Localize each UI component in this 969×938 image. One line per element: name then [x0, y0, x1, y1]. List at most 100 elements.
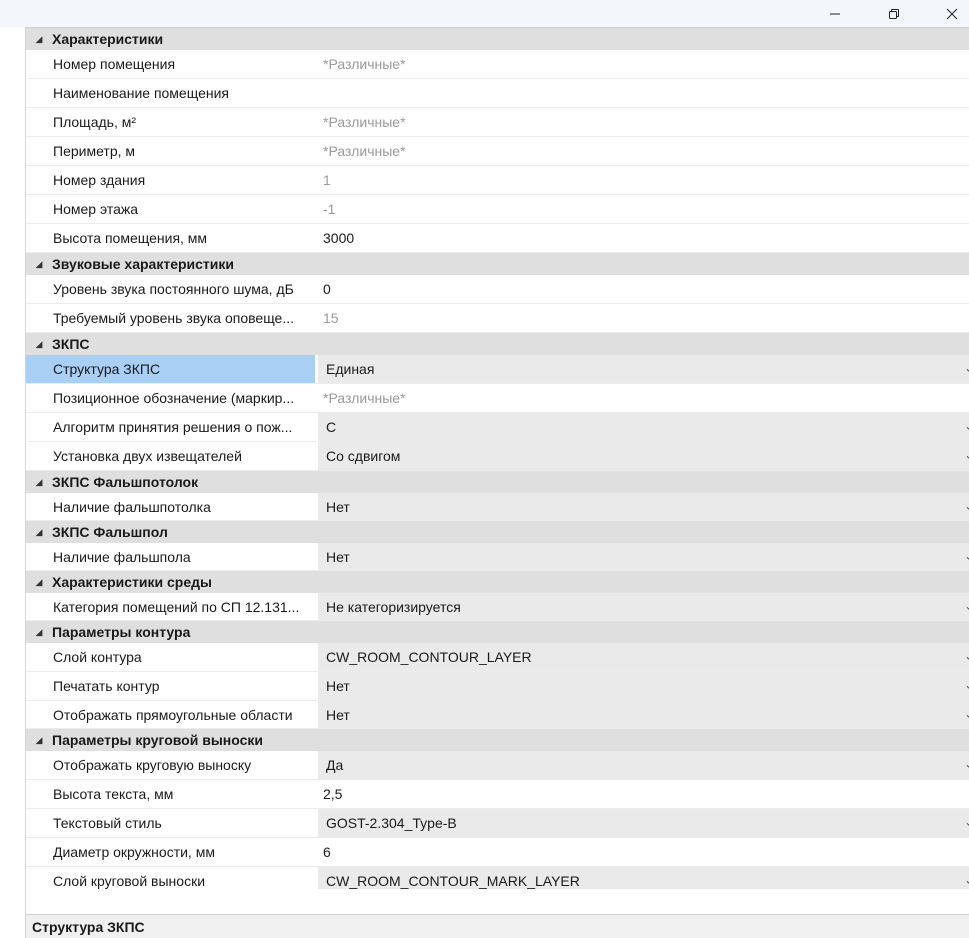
minimize-button[interactable] [812, 0, 858, 27]
property-name[interactable]: Номер здания [26, 166, 315, 194]
property-name[interactable]: Печатать контур [26, 672, 315, 700]
property-name[interactable]: Номер помещения [26, 50, 315, 78]
property-value[interactable]: *Различные* [315, 137, 969, 165]
property-value[interactable]: 3000 [315, 224, 969, 252]
category-header[interactable]: ◢ Параметры контура [26, 621, 969, 643]
property-row[interactable]: Структура ЗКПС Единая ⌄ [26, 355, 969, 384]
property-row[interactable]: Уровень звука постоянного шума, дБ 0 [26, 275, 969, 304]
close-button[interactable] [929, 0, 969, 27]
property-row[interactable]: Наличие фальшпола Нет ⌄ [26, 543, 969, 571]
property-row[interactable]: Площадь, м² *Различные* [26, 108, 969, 137]
restore-button[interactable] [871, 0, 917, 27]
property-value[interactable]: *Различные* [315, 384, 969, 412]
chevron-down-icon[interactable]: ⌄ [965, 709, 969, 720]
property-row[interactable]: Наименование помещения [26, 79, 969, 108]
property-value[interactable]: 15 [315, 304, 969, 332]
chevron-down-icon[interactable]: ⌄ [965, 364, 969, 375]
property-name[interactable]: Алгоритм принятия решения о пож... [26, 413, 315, 441]
property-name[interactable]: Отображать прямоугольные области [26, 701, 315, 728]
property-name[interactable]: Установка двух извещателей [26, 442, 315, 470]
chevron-down-icon[interactable]: ⌄ [965, 422, 969, 433]
property-row[interactable]: Позиционное обозначение (маркир... *Разли… [26, 384, 969, 413]
property-row[interactable]: Слой контура CW_ROOM_CONTOUR_LAYER ⌄ [26, 643, 969, 672]
property-row[interactable]: Требуемый уровень звука оповеще... 15 [26, 304, 969, 333]
property-name[interactable]: Слой контура [26, 643, 315, 671]
property-row[interactable]: Номер помещения *Различные* [26, 50, 969, 79]
property-value[interactable]: *Различные* [315, 108, 969, 136]
property-name[interactable]: Площадь, м² [26, 108, 315, 136]
chevron-down-icon[interactable]: ⌄ [965, 681, 969, 692]
chevron-down-icon[interactable]: ⌄ [965, 551, 969, 562]
property-row[interactable]: Категория помещений по СП 12.131... Не ка… [26, 593, 969, 621]
collapse-triangle-icon[interactable]: ◢ [26, 577, 52, 588]
property-row[interactable]: Алгоритм принятия решения о пож...С⌄ [26, 413, 969, 442]
collapse-triangle-icon[interactable]: ◢ [26, 735, 52, 746]
property-value-dropdown[interactable]: GOST-2.304_Type-B ⌄ [318, 809, 969, 837]
property-value-dropdown[interactable]: С⌄ [318, 413, 969, 441]
property-name[interactable]: Номер этажа [26, 195, 315, 223]
category-header[interactable]: ◢ ЗКПС Фальшпол [26, 521, 969, 543]
property-name[interactable]: Наличие фальшпотолка [26, 493, 315, 520]
chevron-down-icon[interactable]: ⌄ [965, 451, 969, 462]
property-row[interactable]: Наличие фальшпотолка Нет ⌄ [26, 493, 969, 521]
property-value[interactable]: 1 [315, 166, 969, 194]
property-value[interactable]: 0 [315, 275, 969, 303]
property-row[interactable]: Отображать круговую выноску Да ⌄ [26, 751, 969, 780]
property-value-dropdown[interactable]: Не категоризируется ⌄ [318, 593, 969, 620]
property-value-dropdown[interactable]: Единая ⌄ [318, 355, 969, 383]
chevron-down-icon[interactable]: ⌄ [965, 652, 969, 663]
category-header[interactable]: ◢ Характеристики среды [26, 571, 969, 593]
property-value-dropdown[interactable]: Нет ⌄ [318, 701, 969, 728]
category-header[interactable]: ◢ ЗКПС Фальшпотолок [26, 471, 969, 493]
property-row[interactable]: Печатать контур Нет ⌄ [26, 672, 969, 701]
property-value-dropdown[interactable]: CW_ROOM_CONTOUR_MARK_LAYER ⌄ [318, 867, 969, 889]
category-header[interactable]: ◢ Параметры круговой выноски [26, 729, 969, 751]
property-value[interactable] [315, 79, 969, 107]
property-name[interactable]: Структура ЗКПС [26, 355, 315, 383]
property-row[interactable]: Номер этажа -1 [26, 195, 969, 224]
property-value[interactable]: 6 [315, 838, 969, 866]
property-name[interactable]: Текстовый стиль [26, 809, 315, 837]
collapse-triangle-icon[interactable]: ◢ [26, 259, 52, 270]
property-value-dropdown[interactable]: Нет ⌄ [318, 672, 969, 700]
collapse-triangle-icon[interactable]: ◢ [26, 339, 52, 350]
property-row[interactable]: Отображать прямоугольные области Нет ⌄ [26, 701, 969, 729]
property-name[interactable]: Уровень звука постоянного шума, дБ [26, 275, 315, 303]
property-name[interactable]: Диаметр окружности, мм [26, 838, 315, 866]
property-value-dropdown[interactable]: Нет ⌄ [318, 493, 969, 520]
property-row[interactable]: Установка двух извещателей Со сдвигом ⌄ [26, 442, 969, 471]
property-value-dropdown[interactable]: Да ⌄ [318, 751, 969, 779]
chevron-down-icon[interactable]: ⌄ [965, 760, 969, 771]
property-row[interactable]: Слой круговой выноски CW_ROOM_CONTOUR_MAR… [26, 867, 969, 889]
property-name[interactable]: Слой круговой выноски [26, 867, 315, 889]
property-row[interactable]: Текстовый стиль GOST-2.304_Type-B ⌄ [26, 809, 969, 838]
collapse-triangle-icon[interactable]: ◢ [26, 527, 52, 538]
collapse-triangle-icon[interactable]: ◢ [26, 477, 52, 488]
chevron-down-icon[interactable]: ⌄ [965, 501, 969, 512]
property-value-dropdown[interactable]: Нет ⌄ [318, 543, 969, 570]
chevron-down-icon[interactable]: ⌄ [965, 601, 969, 612]
collapse-triangle-icon[interactable]: ◢ [26, 627, 52, 638]
property-name[interactable]: Наличие фальшпола [26, 543, 315, 570]
property-row[interactable]: Диаметр окружности, мм 6 [26, 838, 969, 867]
property-value[interactable]: 2,5 [315, 780, 969, 808]
property-row[interactable]: Периметр, м *Различные* [26, 137, 969, 166]
chevron-down-icon[interactable]: ⌄ [965, 818, 969, 829]
property-name[interactable]: Отображать круговую выноску [26, 751, 315, 779]
chevron-down-icon[interactable]: ⌄ [965, 876, 969, 887]
property-value-dropdown[interactable]: CW_ROOM_CONTOUR_LAYER ⌄ [318, 643, 969, 671]
property-name[interactable]: Периметр, м [26, 137, 315, 165]
property-name[interactable]: Позиционное обозначение (маркир... [26, 384, 315, 412]
property-value[interactable]: *Различные* [315, 50, 969, 78]
property-name[interactable]: Высота помещения, мм [26, 224, 315, 252]
collapse-triangle-icon[interactable]: ◢ [26, 34, 52, 45]
property-name[interactable]: Высота текста, мм [26, 780, 315, 808]
property-value[interactable]: -1 [315, 195, 969, 223]
property-name[interactable]: Категория помещений по СП 12.131... [26, 593, 315, 620]
property-row[interactable]: Номер здания 1 [26, 166, 969, 195]
property-row[interactable]: Высота помещения, мм 3000 [26, 224, 969, 253]
category-header[interactable]: ◢ Звуковые характеристики [26, 253, 969, 275]
property-name[interactable]: Наименование помещения [26, 79, 315, 107]
property-name[interactable]: Требуемый уровень звука оповеще... [26, 304, 315, 332]
property-value-dropdown[interactable]: Со сдвигом ⌄ [318, 442, 969, 470]
